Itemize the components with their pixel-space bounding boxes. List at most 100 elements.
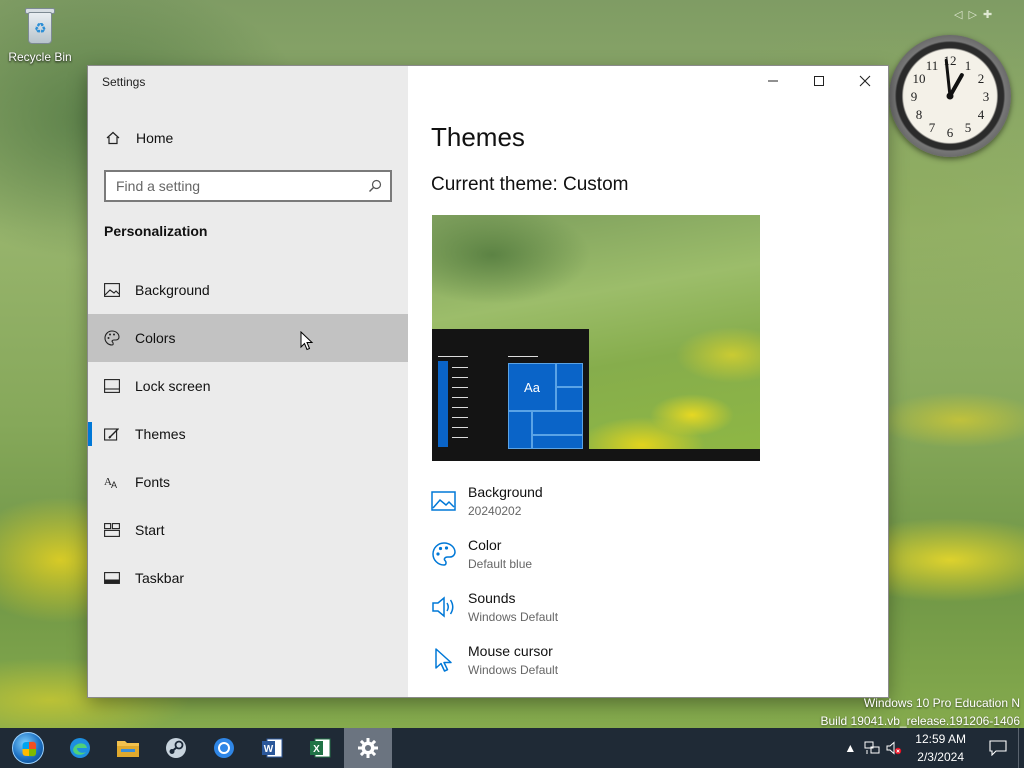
- gadget-prev-icon[interactable]: ◁: [954, 8, 962, 21]
- image-icon: [104, 282, 120, 298]
- theme-option-color[interactable]: Color Default blue: [431, 537, 731, 581]
- network-button[interactable]: [861, 728, 883, 768]
- show-hidden-icons-button[interactable]: ▲: [839, 728, 861, 768]
- window-title: Settings: [102, 75, 146, 89]
- taskbar-app-chrome[interactable]: [200, 728, 248, 768]
- maximize-icon: [814, 76, 824, 86]
- gadget-add-icon[interactable]: ✚: [983, 8, 992, 21]
- sidebar-item-colors[interactable]: Colors: [88, 314, 408, 362]
- section-title: Personalization: [104, 223, 208, 239]
- svg-text:A: A: [111, 480, 117, 490]
- gadget-next-icon[interactable]: ▷: [968, 8, 976, 21]
- volume-button[interactable]: [883, 728, 905, 768]
- lock-screen-icon: [104, 378, 120, 394]
- fonts-icon: AA: [104, 474, 120, 490]
- recycle-bin-label: Recycle Bin: [8, 50, 72, 64]
- recycle-bin-desktop-icon[interactable]: ♻ Recycle Bin: [6, 6, 74, 64]
- excel-icon: X: [310, 738, 331, 758]
- clock-numeral: 5: [965, 120, 972, 135]
- recycle-bin-icon: ♻: [23, 6, 57, 46]
- home-label: Home: [136, 130, 174, 146]
- taskbar-app-file-explorer[interactable]: [104, 728, 152, 768]
- home-icon: [106, 131, 120, 145]
- current-theme-title: Current theme: Custom: [431, 174, 629, 195]
- clock-numeral: 6: [947, 125, 954, 140]
- sidebar-item-label: Themes: [135, 426, 186, 442]
- sidebar-item-label: Fonts: [135, 474, 171, 490]
- sidebar-item-taskbar[interactable]: Taskbar: [88, 554, 408, 602]
- clock-numeral: 8: [916, 107, 923, 122]
- nav-list: Background Colors Lock screen Themes A A…: [88, 266, 408, 602]
- network-icon: [864, 741, 880, 754]
- chrome-icon: [214, 738, 234, 758]
- sidebar-item-label: Background: [135, 282, 210, 298]
- clock-face: 12 1 2 3 4 5 6 7 8 9 10 11: [911, 53, 990, 140]
- minimize-icon: [768, 80, 778, 82]
- clock-hour-hand: [948, 73, 964, 98]
- sidebar-item-label: Colors: [135, 330, 176, 346]
- theme-option-sounds[interactable]: Sounds Windows Default: [431, 590, 731, 634]
- palette-icon: [432, 542, 456, 566]
- notification-icon: [989, 740, 1007, 756]
- cursor-icon: [435, 648, 452, 672]
- sidebar: Settings Home Personalization Background: [88, 66, 408, 697]
- taskbar-time: 12:59 AM: [915, 732, 966, 746]
- settings-window: Settings Home Personalization Background: [88, 66, 888, 697]
- clock-numeral: 1: [965, 58, 972, 73]
- taskbar-date: 2/3/2024: [917, 750, 964, 764]
- close-button[interactable]: [842, 66, 888, 96]
- preview-tile: Aa: [508, 363, 556, 411]
- taskbar-icon: [104, 570, 120, 586]
- selection-indicator: [88, 422, 92, 446]
- option-value: 20240202: [468, 504, 522, 518]
- taskbar-app-word[interactable]: W: [248, 728, 296, 768]
- sidebar-item-background[interactable]: Background: [88, 266, 408, 314]
- brush-icon: [104, 426, 120, 442]
- option-title: Color: [468, 537, 502, 553]
- taskbar-app-edge[interactable]: [56, 728, 104, 768]
- taskbar-app-steam[interactable]: [152, 728, 200, 768]
- speaker-icon: [432, 596, 454, 618]
- taskbar-app-excel[interactable]: X: [296, 728, 344, 768]
- word-icon: W: [262, 738, 283, 758]
- clock-numeral: 4: [978, 107, 985, 122]
- maximize-button[interactable]: [796, 66, 842, 96]
- taskbar-app-settings[interactable]: [344, 728, 392, 768]
- theme-option-background[interactable]: Background 20240202: [431, 484, 731, 528]
- svg-text:W: W: [264, 744, 274, 755]
- search-icon[interactable]: [368, 179, 382, 193]
- minimize-button[interactable]: [750, 66, 796, 96]
- start-icon: [104, 522, 120, 538]
- sidebar-item-start[interactable]: Start: [88, 506, 408, 554]
- svg-text:X: X: [313, 744, 320, 755]
- option-title: Background: [468, 484, 543, 500]
- watermark-edition: Windows 10 Pro Education N: [863, 696, 1020, 710]
- windows-orb-icon: [12, 732, 44, 764]
- search-box[interactable]: [104, 170, 392, 202]
- sidebar-item-label: Taskbar: [135, 570, 185, 586]
- action-center-button[interactable]: [978, 728, 1018, 768]
- sidebar-item-themes[interactable]: Themes: [88, 410, 408, 458]
- home-button[interactable]: Home: [88, 118, 408, 158]
- sidebar-item-lock-screen[interactable]: Lock screen: [88, 362, 408, 410]
- clock-gadget[interactable]: 12 1 2 3 4 5 6 7 8 9 10 11: [889, 35, 1011, 157]
- page-title: Themes: [431, 122, 525, 152]
- sidebar-item-fonts[interactable]: AA Fonts: [88, 458, 408, 506]
- start-button[interactable]: [0, 728, 56, 768]
- system-tray: ▲ 12:59 AM 2/3/2024: [839, 728, 1024, 768]
- close-icon: [859, 75, 871, 87]
- search-input[interactable]: [116, 178, 368, 194]
- image-icon: [431, 491, 456, 511]
- option-value: Windows Default: [468, 610, 559, 624]
- show-desktop-button[interactable]: [1018, 728, 1024, 768]
- clock-numeral: 3: [983, 89, 990, 104]
- caption-buttons: [750, 66, 888, 96]
- clock-numeral: 11: [926, 58, 939, 73]
- clock-numeral: 9: [911, 89, 918, 104]
- mouse-pointer-icon: [300, 331, 314, 351]
- gadget-controls: ◁ ▷ ✚: [954, 8, 992, 21]
- theme-option-mouse-cursor[interactable]: Mouse cursor Windows Default: [431, 643, 731, 687]
- clock-button[interactable]: 12:59 AM 2/3/2024: [905, 730, 978, 766]
- option-title: Mouse cursor: [468, 643, 553, 659]
- sidebar-item-label: Lock screen: [135, 378, 211, 394]
